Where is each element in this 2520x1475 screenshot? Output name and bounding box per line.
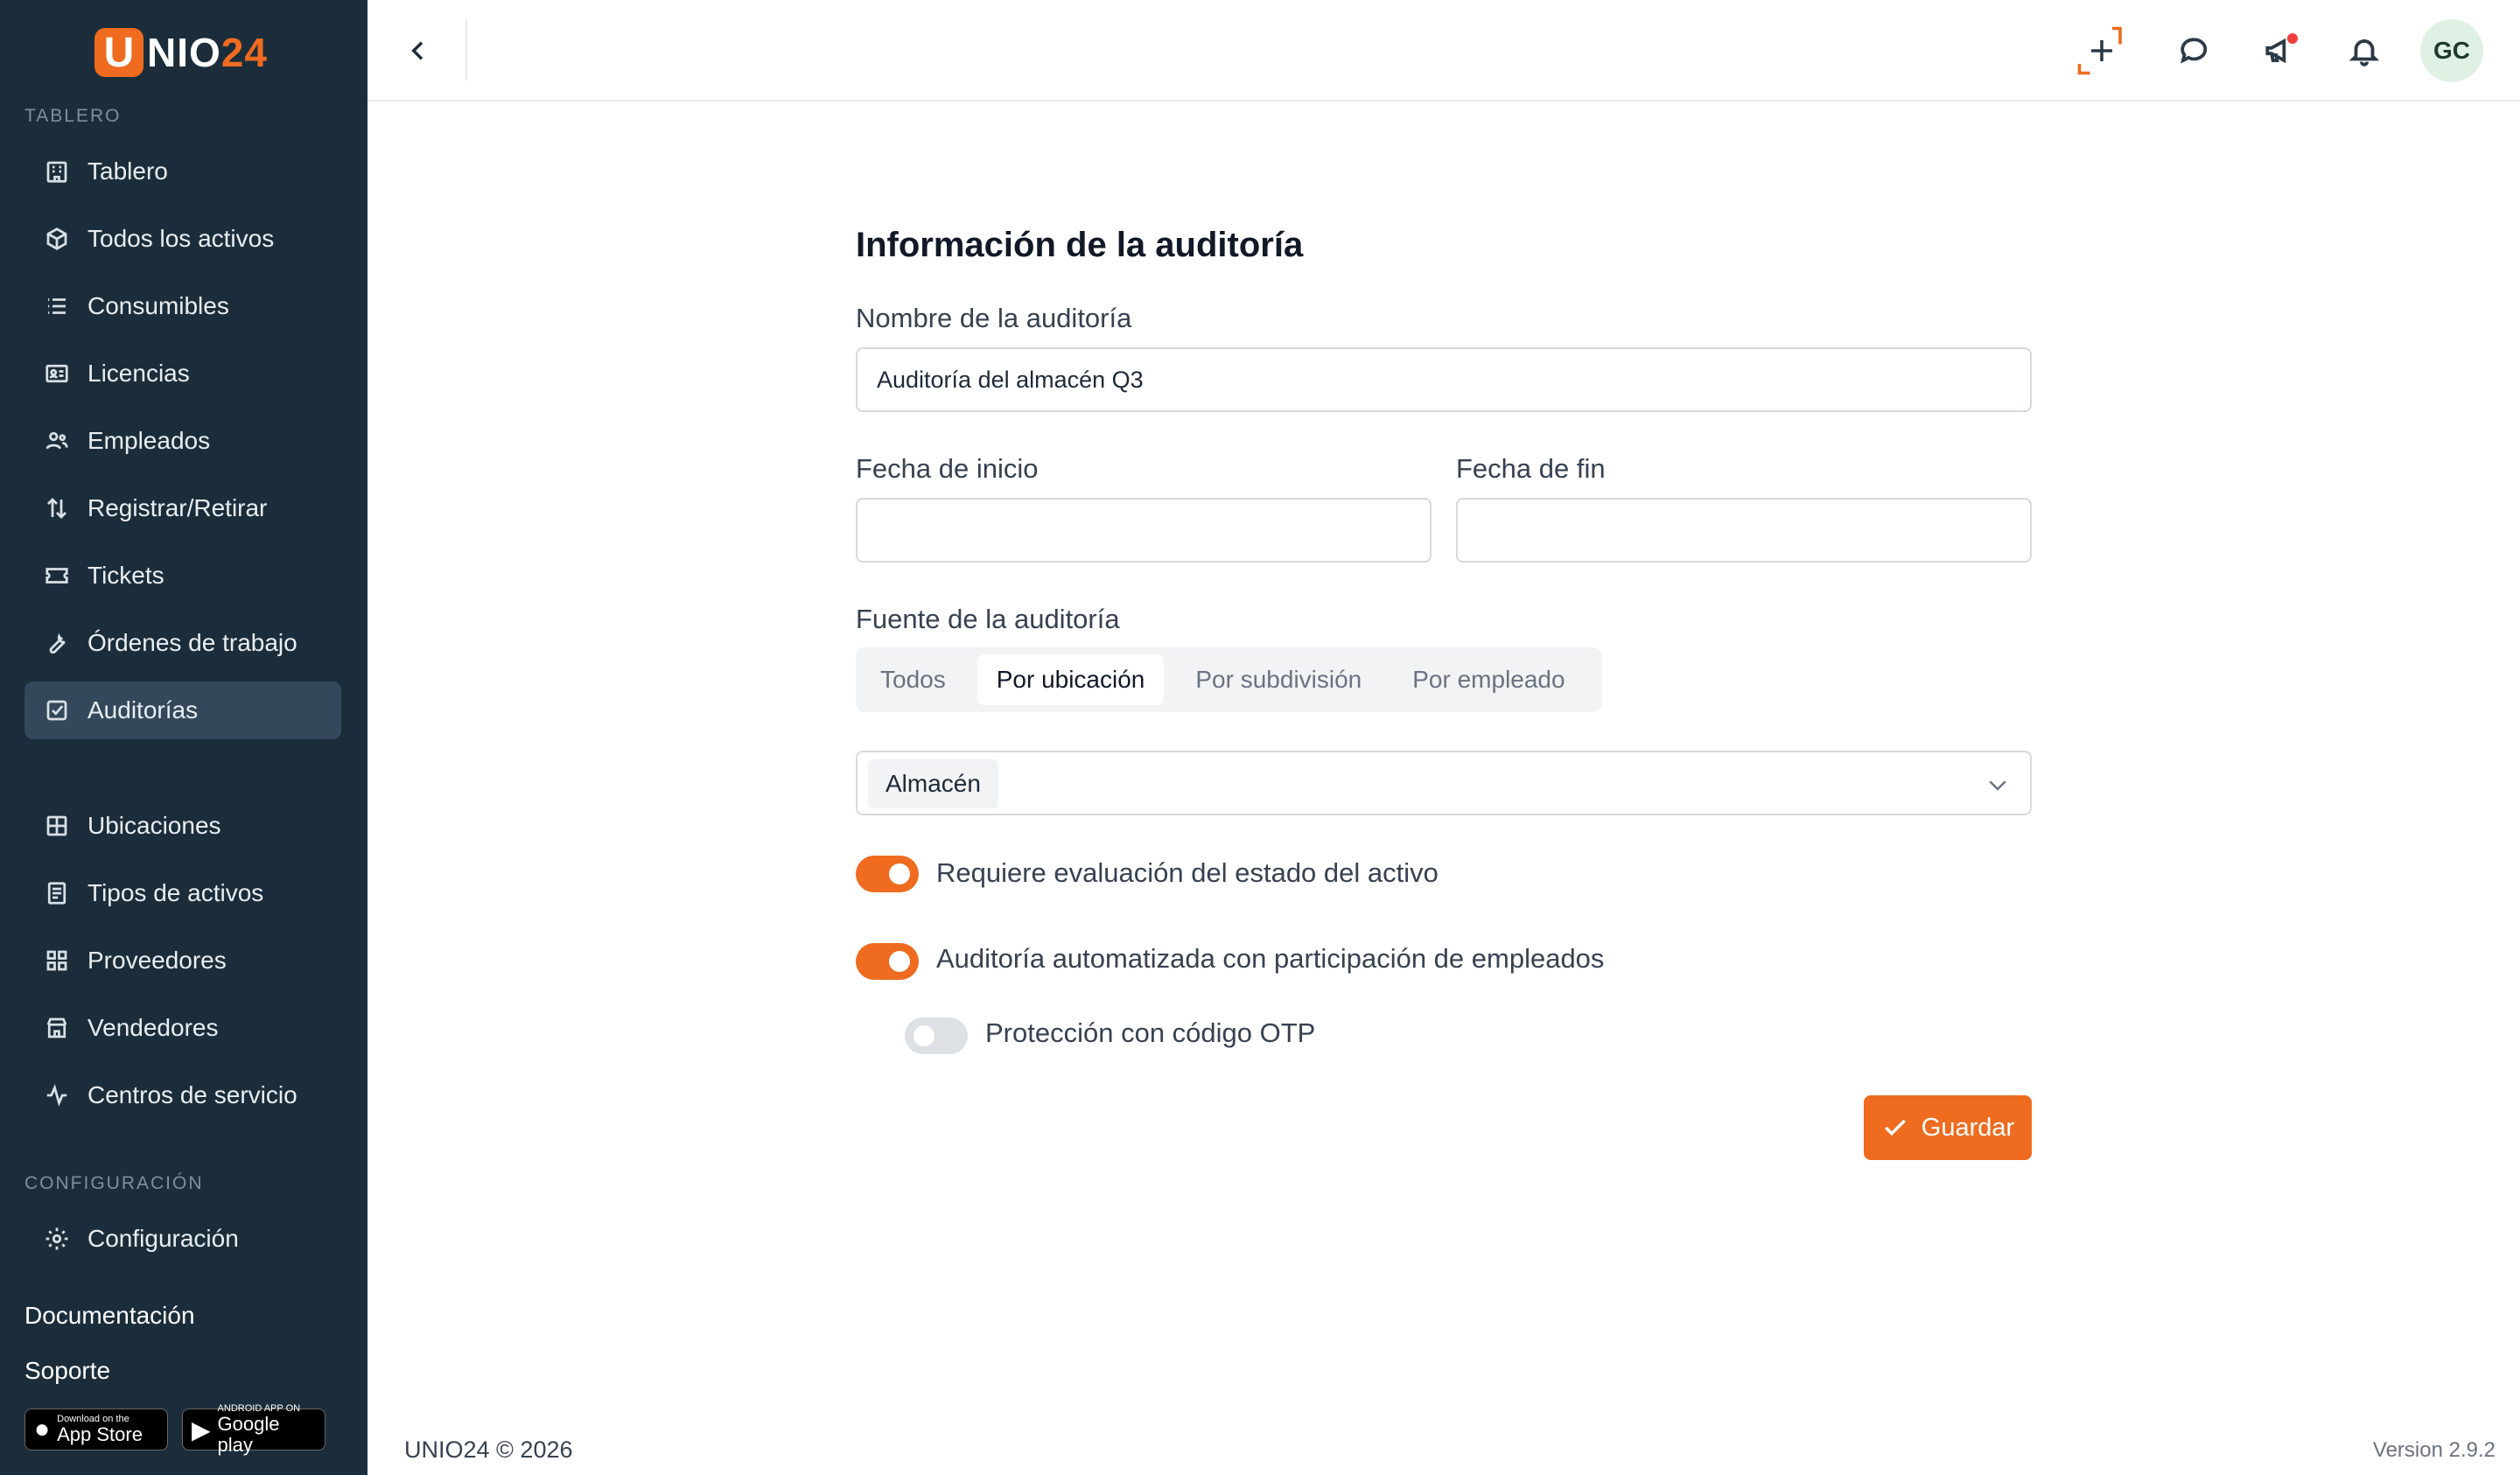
- notifications-button[interactable]: [2338, 24, 2390, 77]
- check-icon: [1884, 1119, 1906, 1136]
- chevron-down-icon: [1989, 780, 2006, 791]
- sidebar-item-configuracion[interactable]: Configuración: [24, 1210, 341, 1268]
- start-date-input[interactable]: [856, 498, 1432, 563]
- topbar-divider: [466, 19, 467, 80]
- sidebar-item-label: Registrar/Retirar: [88, 494, 268, 521]
- google-play-badge[interactable]: ▶ ANDROID APP ON Google play: [182, 1403, 326, 1456]
- sidebar-item-tablero[interactable]: Tablero: [24, 143, 341, 200]
- activity-icon: [42, 1080, 72, 1110]
- sidebar-item-consumibles[interactable]: Consumibles: [24, 277, 341, 335]
- sidebar-item-label: Configuración: [88, 1225, 239, 1252]
- apple-icon: ●: [34, 1415, 51, 1444]
- sidebar-item-label: Empleados: [88, 427, 211, 454]
- quick-add-button[interactable]: [2076, 24, 2128, 77]
- sidebar-item-empleados[interactable]: Empleados: [24, 412, 341, 470]
- sidebar-item-label: Proveedores: [88, 947, 227, 974]
- sidebar-item-label: Tickets: [88, 562, 164, 589]
- sidebar-item-label: Órdenes de trabajo: [88, 629, 298, 656]
- employee-participation-label: Auditoría automatizada con participación…: [936, 943, 1605, 974]
- store-icon: [42, 1013, 72, 1043]
- announcements-button[interactable]: [2252, 24, 2305, 77]
- version-label: Version 2.9.2: [2372, 1438, 2496, 1462]
- sidebar-item-registrar-retirar[interactable]: Registrar/Retirar: [24, 479, 341, 537]
- sidebar-item-tickets[interactable]: Tickets: [24, 547, 341, 605]
- page-title: Información de la auditoría: [856, 226, 1304, 264]
- users-icon: [42, 426, 72, 456]
- ticket-icon: [42, 561, 72, 591]
- avatar[interactable]: GC: [2420, 19, 2483, 82]
- sidebar-item-centros-de-servicio[interactable]: Centros de servicio: [24, 1066, 341, 1124]
- logo-text: NIO24: [147, 30, 268, 75]
- save-button[interactable]: Guardar: [1864, 1095, 2032, 1160]
- copyright: UNIO24 © 2026: [404, 1437, 573, 1463]
- location-select[interactable]: Almacén: [856, 751, 2032, 815]
- documentation-link[interactable]: Documentación: [24, 1302, 195, 1330]
- cube-icon: [42, 224, 72, 254]
- arrows-updown-icon: [42, 493, 72, 523]
- apps-icon: [42, 946, 72, 975]
- sidebar-item-label: Tipos de activos: [88, 879, 264, 906]
- building-icon: [42, 157, 72, 186]
- sidebar-item-label: Auditorías: [88, 696, 199, 724]
- condition-assessment-toggle[interactable]: [856, 856, 919, 892]
- bell-icon: [2348, 39, 2380, 66]
- app-store-badge[interactable]: ● Download on the App Store: [24, 1409, 168, 1451]
- tab-por-subdivision[interactable]: Por subdivisión: [1176, 654, 1381, 705]
- employee-participation-toggle[interactable]: [856, 943, 919, 980]
- sidebar-item-proveedores[interactable]: Proveedores: [24, 932, 341, 989]
- start-date-label: Fecha de inicio: [856, 453, 1039, 484]
- wrench-icon: [42, 628, 72, 658]
- play-icon: ▶: [192, 1416, 211, 1444]
- condition-assessment-label: Requiere evaluación del estado del activ…: [936, 857, 1438, 888]
- otp-protection-label: Protección con código OTP: [985, 1017, 1316, 1048]
- support-link[interactable]: Soporte: [24, 1357, 110, 1385]
- audit-source-label: Fuente de la auditoría: [856, 604, 1120, 634]
- checkbox-icon: [42, 696, 72, 725]
- document-icon: [42, 878, 72, 908]
- sidebar-item-label: Vendedores: [88, 1014, 219, 1041]
- sidebar-item-ordenes-de-trabajo[interactable]: Órdenes de trabajo: [24, 614, 341, 672]
- sidebar-item-licencias[interactable]: Licencias: [24, 345, 341, 402]
- chat-bubble-icon: [2180, 38, 2208, 64]
- sidebar-item-auditorias[interactable]: Auditorías: [24, 682, 341, 739]
- tab-todos[interactable]: Todos: [861, 654, 965, 705]
- sidebar-item-vendedores[interactable]: Vendedores: [24, 999, 341, 1057]
- notification-dot: [2287, 33, 2298, 44]
- sidebar: U NIO24 TABLERO Tablero Todos los activo…: [0, 0, 368, 1475]
- sidebar-item-todos-los-activos[interactable]: Todos los activos: [24, 210, 341, 268]
- sidebar-item-label: Licencias: [88, 360, 190, 387]
- list-icon: [42, 291, 72, 321]
- sidebar-item-label: Consumibles: [88, 292, 229, 319]
- otp-protection-toggle[interactable]: [905, 1017, 968, 1054]
- selected-location-chip[interactable]: Almacén: [868, 759, 998, 808]
- gear-icon: [42, 1224, 72, 1254]
- sidebar-item-label: Tablero: [88, 157, 168, 185]
- id-card-icon: [42, 359, 72, 388]
- sidebar-item-tipos-de-activos[interactable]: Tipos de activos: [24, 864, 341, 922]
- back-button[interactable]: [394, 26, 443, 75]
- tab-por-empleado[interactable]: Por empleado: [1393, 654, 1584, 705]
- audit-name-label: Nombre de la auditoría: [856, 303, 1132, 333]
- topbar: GC: [368, 0, 2520, 101]
- save-button-label: Guardar: [1921, 1113, 2015, 1142]
- logo-mark: U: [94, 28, 144, 77]
- end-date-label: Fecha de fin: [1456, 453, 1606, 484]
- sidebar-item-ubicaciones[interactable]: Ubicaciones: [24, 797, 341, 855]
- brand-logo[interactable]: U NIO24: [94, 26, 268, 79]
- sidebar-item-label: Ubicaciones: [88, 812, 221, 839]
- tab-por-ubicacion[interactable]: Por ubicación: [976, 654, 1165, 705]
- plus-icon: [2077, 26, 2122, 75]
- chevron-left-icon: [411, 41, 424, 60]
- section-label-config: CONFIGURACIÓN: [24, 1173, 204, 1193]
- chat-button[interactable]: [2166, 24, 2219, 77]
- sidebar-item-label: Centros de servicio: [88, 1081, 298, 1108]
- section-label-dashboard: TABLERO: [24, 106, 122, 126]
- audit-source-tabs: Todos Por ubicación Por subdivisión Por …: [856, 647, 1602, 712]
- grid-icon: [42, 811, 72, 841]
- audit-name-input[interactable]: Auditoría del almacén Q3: [856, 347, 2032, 412]
- sidebar-item-label: Todos los activos: [88, 225, 275, 252]
- end-date-input[interactable]: [1456, 498, 2032, 563]
